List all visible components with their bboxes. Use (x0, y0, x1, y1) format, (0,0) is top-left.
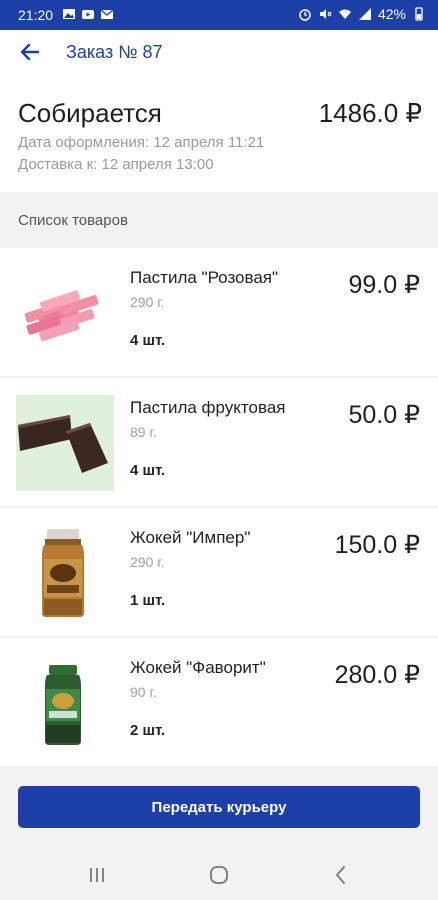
hand-to-courier-button[interactable]: Передать курьеру (18, 786, 420, 828)
item-quantity: 1 шт. (130, 592, 166, 609)
item-name: Пастила "Розовая" (130, 268, 279, 287)
order-total: 1486.0 ₽ (318, 98, 422, 128)
order-summary: Собирается 1486.0 ₽ Дата оформления: 12 … (0, 74, 438, 192)
item-weight: 290 г. (130, 554, 165, 570)
status-left-icons (62, 7, 114, 21)
recent-apps-icon[interactable] (86, 864, 108, 886)
item-weight: 89 г. (130, 424, 157, 440)
item-quantity: 4 шт. (130, 462, 166, 479)
arrow-left-icon[interactable] (18, 40, 42, 64)
image-icon (63, 9, 75, 19)
item-price: 50.0 ₽ (348, 401, 420, 429)
order-status: Собирается (18, 98, 162, 128)
system-nav-bar (0, 850, 438, 900)
page-title: Заказ № 87 (66, 42, 163, 62)
item-price: 150.0 ₽ (334, 531, 420, 559)
item-price: 280.0 ₽ (334, 661, 420, 689)
item-quantity: 4 шт. (130, 332, 166, 349)
app-bar: Заказ № 87 (0, 30, 438, 74)
list-item[interactable]: Пастила "Розовая" 290 г. 4 шт. 99.0 ₽ (0, 248, 438, 376)
mute-icon (319, 9, 332, 19)
battery-percent: 42% (377, 6, 406, 22)
list-item[interactable]: Жокей "Импер" 290 г. 1 шт. 150.0 ₽ (0, 508, 438, 636)
back-nav-icon[interactable] (330, 864, 352, 886)
home-icon[interactable] (208, 864, 230, 886)
product-image-pink-pastila (16, 265, 114, 361)
items-list-heading: Список товаров (18, 212, 128, 229)
order-delivery-date: Доставка к: 12 апреля 13:00 (18, 156, 214, 173)
status-time: 21:20 (18, 7, 54, 23)
battery-icon (415, 7, 423, 21)
list-item[interactable]: Пастила фруктовая 89 г. 4 шт. 50.0 ₽ (0, 378, 438, 506)
status-bar: 21:20 42% (0, 0, 438, 30)
item-quantity: 2 шт. (130, 722, 166, 739)
item-name: Жокей "Импер" (130, 528, 251, 547)
item-weight: 290 г. (130, 294, 165, 310)
item-weight: 90 г. (130, 684, 157, 700)
product-image-coffee-jar-favorit (16, 655, 114, 751)
product-image-coffee-jar-imper (16, 525, 114, 621)
video-icon (82, 10, 94, 19)
alarm-icon (299, 9, 311, 21)
items-section: Список товаров Пастила "Розовая" 290 г. … (0, 192, 438, 850)
item-name: Пастила фруктовая (130, 398, 286, 417)
wifi-icon (338, 9, 351, 19)
mail-icon (100, 9, 114, 19)
status-right-icons: 42% (298, 6, 426, 22)
order-created-date: Дата оформления: 12 апреля 11:21 (18, 134, 265, 151)
product-image-fruit-pastila (16, 395, 114, 491)
signal-icon (358, 8, 371, 20)
item-name: Жокей "Фаворит" (130, 658, 266, 677)
item-price: 99.0 ₽ (348, 271, 420, 299)
list-item[interactable]: Жокей "Фаворит" 90 г. 2 шт. 280.0 ₽ (0, 638, 438, 766)
